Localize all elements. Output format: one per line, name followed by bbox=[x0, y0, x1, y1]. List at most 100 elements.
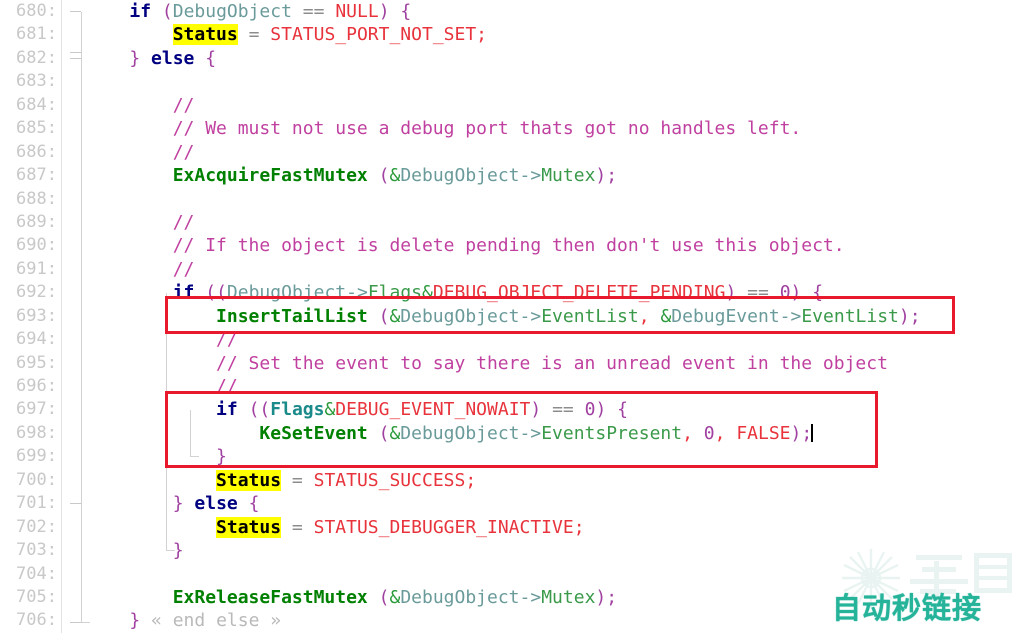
macro-debug-object-delete-pending: DEBUG_OBJECT_DELETE_PENDING bbox=[432, 282, 726, 304]
line-number: 694: bbox=[16, 329, 57, 350]
bitwise-and-operator: & bbox=[324, 399, 336, 421]
code-line-695[interactable]: // Set the event to say there is an unre… bbox=[86, 352, 1034, 375]
code-fold-column[interactable] bbox=[62, 0, 86, 633]
code-line-684[interactable]: // bbox=[86, 94, 1034, 117]
identifier-debugobject: DebugObject bbox=[400, 422, 520, 444]
code-line-690[interactable]: // If the object is delete pending then … bbox=[86, 234, 1034, 257]
code-line-700[interactable]: Status = STATUS_SUCCESS; bbox=[86, 469, 1034, 492]
brace-open: { bbox=[812, 282, 824, 304]
operator-equals: == bbox=[747, 282, 769, 304]
code-line-687[interactable]: ExAcquireFastMutex (&DebugObject->Mutex)… bbox=[86, 164, 1034, 187]
member-flags: Flags bbox=[367, 282, 423, 304]
code-line-702[interactable]: Status = STATUS_DEBUGGER_INACTIVE; bbox=[86, 516, 1034, 539]
paren-open: ( bbox=[378, 165, 390, 187]
comma: , bbox=[714, 422, 726, 444]
code-line-703[interactable]: } bbox=[86, 539, 1034, 562]
line-number-gutter: 680: 681: 682: 683: 684: 685: 686: 687: … bbox=[0, 0, 62, 633]
fold-end-marker[interactable]: « end else » bbox=[151, 610, 281, 631]
code-editor[interactable]: 680: 681: 682: 683: 684: 685: 686: 687: … bbox=[0, 0, 1034, 633]
fold-tick-else-682[interactable] bbox=[70, 52, 81, 53]
code-line-692[interactable]: if ((DebugObject->Flags&DEBUG_OBJECT_DEL… bbox=[86, 281, 1034, 304]
paren-open: ( bbox=[248, 399, 260, 421]
number-zero: 0 bbox=[779, 282, 791, 304]
number-zero: 0 bbox=[584, 399, 596, 421]
code-line-706[interactable]: } « end else » bbox=[86, 609, 1034, 632]
address-of-operator: & bbox=[389, 422, 401, 444]
brace-open: { bbox=[617, 399, 628, 421]
operator-assign: = bbox=[291, 469, 303, 491]
code-line-701[interactable]: } else { bbox=[86, 492, 1034, 515]
code-line-691[interactable]: // bbox=[86, 258, 1034, 281]
code-line-696[interactable]: // bbox=[86, 375, 1034, 398]
code-line-680[interactable]: if (DebugObject == NULL) { bbox=[86, 0, 1034, 23]
identifier-debugobject: DebugObject bbox=[400, 165, 520, 187]
macro-null: NULL bbox=[335, 1, 379, 22]
line-number: 696: bbox=[16, 376, 57, 396]
comment: // bbox=[172, 94, 195, 116]
code-line-686[interactable]: // bbox=[86, 141, 1034, 164]
code-line-697[interactable]: if ((Flags&DEBUG_EVENT_NOWAIT) == 0) { bbox=[86, 398, 1034, 421]
macro-debug-event-nowait: DEBUG_EVENT_NOWAIT bbox=[335, 399, 531, 421]
comment: // bbox=[172, 258, 195, 280]
line-number: 685: bbox=[16, 118, 57, 139]
paren-open: ( bbox=[205, 282, 217, 304]
paren-close: ) bbox=[790, 282, 802, 304]
arrow-operator: -> bbox=[346, 282, 368, 304]
fold-tick-else-682b[interactable] bbox=[70, 58, 81, 59]
paren-open: ( bbox=[216, 282, 227, 304]
line-number: 704: bbox=[16, 563, 57, 584]
paren-open: ( bbox=[161, 1, 173, 22]
line-number: 697: bbox=[16, 399, 57, 420]
code-line-689[interactable]: // bbox=[86, 211, 1034, 234]
address-of-operator: & bbox=[389, 305, 401, 327]
comment: // We must not use a debug port thats go… bbox=[172, 118, 802, 140]
paren-open: ( bbox=[378, 422, 390, 444]
member-eventspresent: EventsPresent bbox=[541, 422, 683, 444]
code-line-705[interactable]: ExReleaseFastMutex (&DebugObject->Mutex)… bbox=[86, 586, 1034, 609]
line-number: 698: bbox=[16, 422, 57, 443]
operator-assign: = bbox=[248, 24, 260, 46]
identifier-flags: Flags bbox=[270, 399, 325, 421]
line-number: 688: bbox=[16, 188, 57, 209]
code-line-698[interactable]: KeSetEvent (&DebugObject->EventsPresent,… bbox=[86, 422, 1034, 445]
macro-status-success: STATUS_SUCCESS bbox=[313, 469, 466, 491]
arrow-operator: -> bbox=[519, 165, 542, 187]
code-line-694[interactable]: // bbox=[86, 328, 1034, 351]
code-line-685[interactable]: // We must not use a debug port thats go… bbox=[86, 117, 1034, 140]
paren-close: ) bbox=[595, 399, 607, 421]
line-number: 687: bbox=[16, 165, 57, 186]
code-line-688[interactable] bbox=[86, 188, 1034, 211]
line-number: 689: bbox=[16, 211, 57, 232]
line-number: 699: bbox=[16, 446, 57, 467]
line-number: 692: bbox=[16, 282, 57, 303]
comment: // bbox=[172, 211, 195, 233]
semicolon: ; bbox=[476, 24, 488, 46]
line-number: 690: bbox=[16, 235, 57, 256]
function-inserttaillist: InsertTailList bbox=[216, 305, 368, 327]
address-of-operator: & bbox=[660, 305, 672, 327]
search-match-status: Status bbox=[172, 24, 238, 46]
keyword-if: if bbox=[129, 1, 152, 22]
paren-close: ) bbox=[378, 1, 390, 22]
line-number: 681: bbox=[16, 24, 57, 45]
code-line-682[interactable]: } else { bbox=[86, 47, 1034, 70]
code-line-704[interactable] bbox=[86, 563, 1034, 586]
function-exreleasefastmutex: ExReleaseFastMutex bbox=[172, 586, 368, 608]
operator-equals: == bbox=[552, 399, 574, 421]
code-line-699[interactable]: } bbox=[86, 445, 1034, 468]
fold-tick-else-701[interactable] bbox=[70, 503, 81, 504]
paren-close: ) bbox=[530, 399, 542, 421]
macro-status-debugger-inactive: STATUS_DEBUGGER_INACTIVE bbox=[313, 516, 574, 538]
paren-close: ) bbox=[595, 586, 607, 608]
code-line-693[interactable]: InsertTailList (&DebugObject->EventList,… bbox=[86, 305, 1034, 328]
code-content[interactable]: if (DebugObject == NULL) { Status = STAT… bbox=[86, 0, 1034, 633]
line-number: 693: bbox=[16, 305, 57, 326]
code-line-683[interactable] bbox=[86, 70, 1034, 93]
operator-equals: == bbox=[302, 1, 325, 22]
arrow-operator: -> bbox=[519, 422, 542, 444]
fold-tick-if-680[interactable] bbox=[70, 11, 81, 12]
code-line-681[interactable]: Status = STATUS_PORT_NOT_SET; bbox=[86, 23, 1034, 46]
paren-close: ) bbox=[898, 305, 910, 327]
fold-tick-end-706[interactable] bbox=[70, 622, 81, 623]
line-number: 706: bbox=[16, 610, 57, 631]
